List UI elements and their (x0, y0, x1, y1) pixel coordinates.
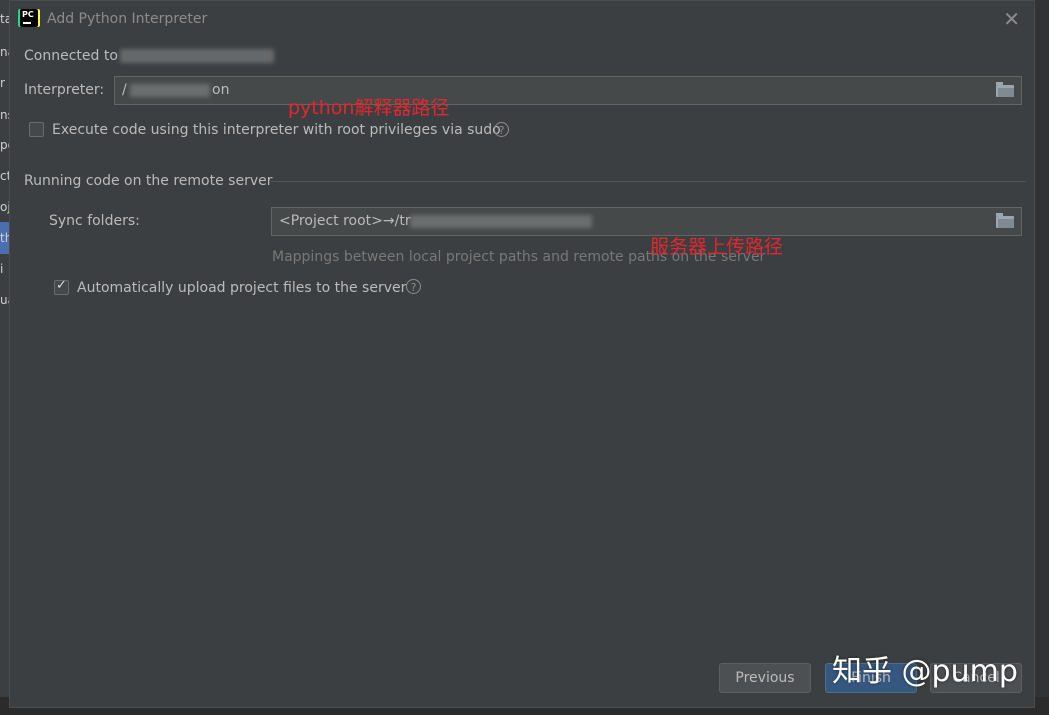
redacted-host (120, 49, 274, 63)
redacted-remote-path (410, 215, 592, 228)
dialog-title: Add Python Interpreter (47, 11, 208, 27)
help-icon[interactable]: ? (494, 122, 509, 137)
sync-folders-value: <Project root>→/tr (279, 213, 411, 229)
background-right-panel (1035, 0, 1049, 715)
previous-button[interactable]: Previous (719, 663, 811, 693)
auto-upload-checkbox[interactable]: ✓ (54, 278, 69, 295)
zhihu-watermark: 知乎 @pump (832, 654, 1018, 689)
connected-to-label: Connected to (24, 48, 118, 64)
pycharm-icon: PC (20, 9, 38, 27)
root-privileges-label: Execute code using this interpreter with… (52, 122, 501, 138)
add-python-interpreter-dialog: PC Add Python Interpreter ✕ Connected to… (9, 0, 1035, 708)
annotation-interpreter-path: python解释器路径 (288, 97, 450, 119)
close-icon[interactable]: ✕ (1003, 7, 1020, 31)
interpreter-path-start: / (122, 82, 127, 98)
interpreter-label: Interpreter: (24, 82, 105, 98)
section-title: Running code on the remote server (24, 173, 273, 189)
sync-folders-label: Sync folders: (49, 213, 140, 229)
section-separator (271, 181, 1026, 182)
annotation-server-upload-path: 服务器上传路径 (650, 236, 784, 258)
sync-folders-field[interactable]: <Project root>→/tr (271, 207, 1022, 236)
interpreter-path-end: on (212, 82, 230, 98)
tree-item: i (0, 262, 4, 276)
folder-icon[interactable] (996, 213, 1014, 228)
root-privileges-checkbox[interactable] (29, 122, 44, 137)
dialog-titlebar[interactable]: PC Add Python Interpreter ✕ (10, 1, 1034, 37)
tree-item: r (0, 76, 5, 90)
interpreter-path-field[interactable]: / on (114, 76, 1022, 105)
folder-icon[interactable] (996, 82, 1014, 97)
redacted-path (130, 84, 210, 97)
auto-upload-label: Automatically upload project files to th… (77, 280, 407, 296)
help-icon[interactable]: ? (406, 279, 421, 294)
